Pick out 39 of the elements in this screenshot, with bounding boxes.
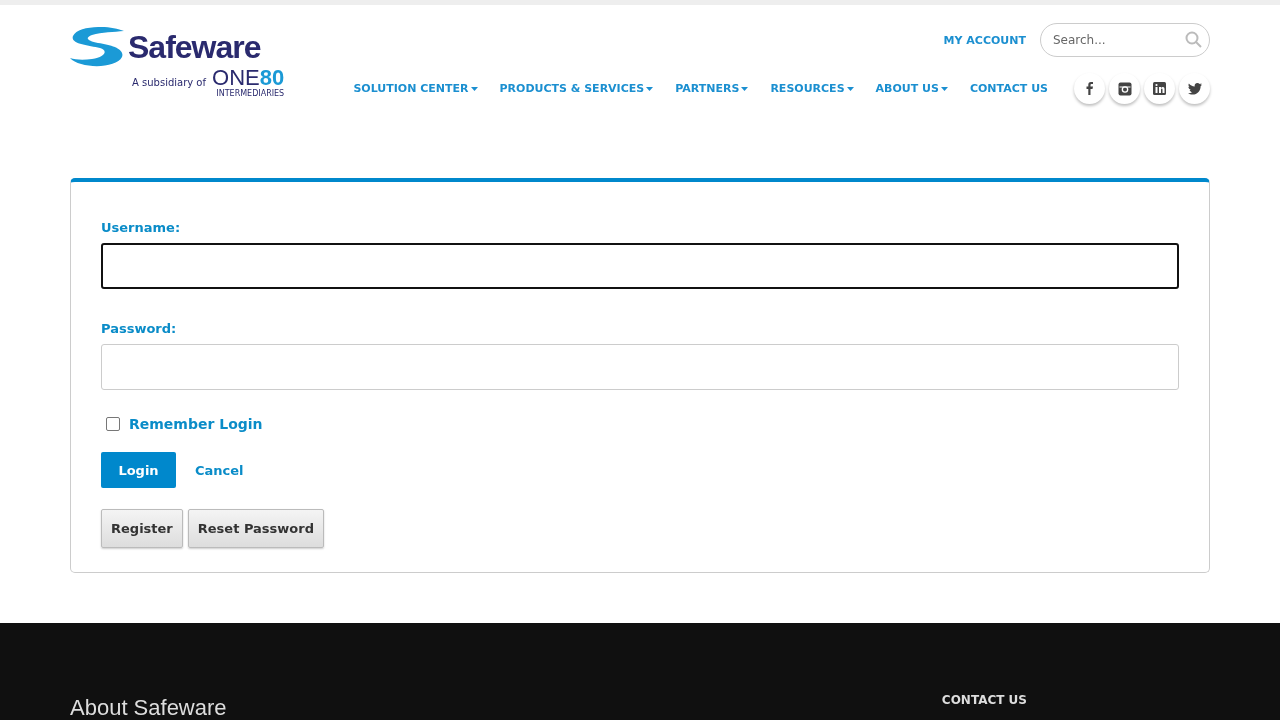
checkbox-label: Remember Login [129, 416, 263, 432]
search-icon [1185, 31, 1202, 48]
parent-logo-subtitle: INTERMEDIARIES [216, 89, 285, 98]
field-label: Username: [101, 220, 182, 235]
social-button[interactable] [1179, 73, 1210, 104]
footer-heading: CONTACT US [941, 693, 1027, 709]
caret-icon [741, 86, 749, 91]
social-button[interactable] [1144, 73, 1175, 104]
account-link[interactable]: MY ACCOUNT [943, 33, 1026, 47]
social-button[interactable] [1109, 73, 1140, 104]
bird-icon [1187, 82, 1202, 95]
nav-item[interactable]: PRODUCTS & SERVICES [499, 82, 654, 95]
logo-tagline: A subsidiary of [132, 77, 206, 88]
parent-logo-number: 80 [259, 67, 285, 89]
linkedin-icon [1153, 82, 1166, 95]
footer-heading: About Safeware [70, 695, 227, 720]
input-field[interactable] [101, 243, 1179, 289]
cancel-link[interactable]: Cancel [195, 462, 244, 478]
secondary-button[interactable]: Register [101, 509, 183, 548]
caret-icon [940, 86, 948, 91]
facebook-icon [1086, 82, 1093, 95]
nav-item[interactable]: ABOUT US [875, 82, 948, 95]
nav-item[interactable]: SOLUTION CENTER [353, 82, 478, 95]
nav-item[interactable]: CONTACT US [969, 82, 1048, 95]
remember-checkbox[interactable] [106, 417, 120, 431]
swoosh-logo-icon [70, 27, 126, 67]
login-button[interactable]: Login [101, 452, 176, 488]
logo-wordmark: Safeware [128, 28, 261, 66]
search-field[interactable]: Search... [1040, 23, 1210, 57]
nav-item[interactable]: RESOURCES [770, 82, 854, 95]
caret-icon [846, 86, 854, 91]
instagram-icon [1117, 81, 1132, 96]
nav-item[interactable]: PARTNERS [675, 82, 749, 95]
caret-icon [646, 86, 654, 91]
parent-logo-name: ONE [212, 67, 260, 89]
social-button[interactable] [1074, 73, 1105, 104]
secondary-button[interactable]: Reset Password [187, 509, 324, 548]
field-label: Password: [101, 321, 178, 336]
caret-icon [470, 86, 478, 91]
